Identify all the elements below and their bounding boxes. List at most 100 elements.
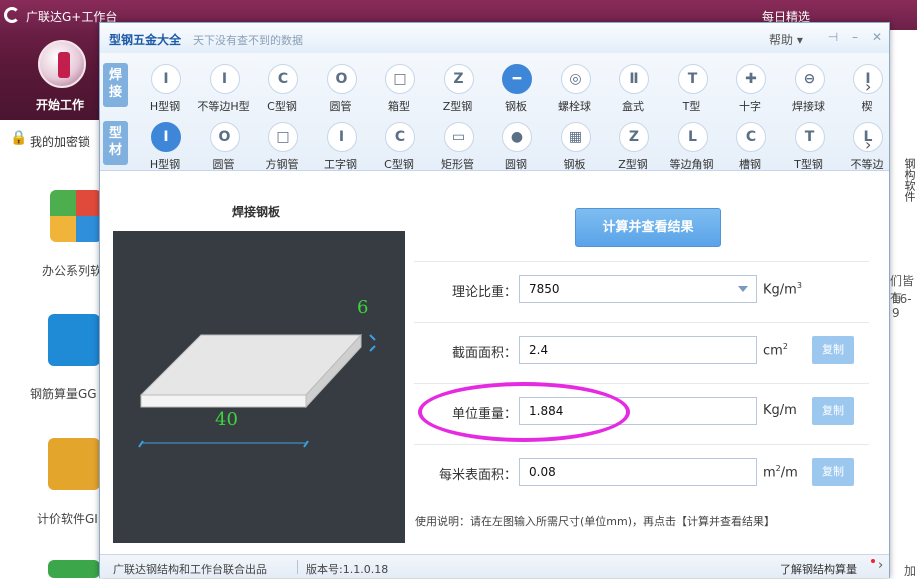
welded-tool-label: 钢板	[505, 100, 527, 113]
welded-tool[interactable]: C C型钢	[254, 62, 310, 114]
profile-tool[interactable]: C C型钢	[371, 120, 427, 172]
office-suite-app-label[interactable]: 办公系列软	[42, 262, 102, 279]
profile-tool[interactable]: I 工字钢	[313, 120, 369, 172]
pricing-app-label[interactable]: 计价软件GI	[37, 510, 98, 527]
shape-panel-title: 焊接钢板	[232, 205, 281, 219]
surface-label: 每米表面积：	[438, 468, 517, 483]
welded-shape-icon: Ⅱ	[619, 64, 649, 94]
welded-tool-label: C型钢	[267, 100, 297, 113]
chevron-down-icon	[738, 286, 748, 292]
profile-tool-label: H型钢	[149, 158, 181, 171]
welded-tool[interactable]: O 圆管	[313, 62, 369, 114]
highlight-ellipse	[418, 382, 630, 442]
glodon-logo-icon	[4, 7, 20, 23]
help-menu[interactable]: 帮助 ▾	[769, 31, 803, 48]
area-unit: cm2	[763, 342, 788, 359]
profile-tool-label: 不等边	[850, 158, 884, 171]
welded-row-tag: 焊接	[103, 63, 128, 107]
welded-shape-icon: ◎	[560, 64, 591, 94]
copy-surface-button[interactable]: 复制	[812, 458, 854, 486]
welded-tool-label: 箱型	[388, 100, 410, 113]
weight-unit: Kg/m	[763, 403, 797, 418]
welded-tool-label: H型钢	[149, 100, 181, 113]
welded-shape-icon: I	[151, 64, 181, 94]
copy-weight-button[interactable]: 复制	[812, 397, 854, 425]
profile-tool[interactable]: I H型钢	[137, 120, 193, 172]
window-footer: 广联达钢结构和工作台联合出品 版本号:1.1.0.18 了解钢结构算量 ›	[100, 554, 889, 578]
profile-tool[interactable]: O 圆管	[196, 120, 252, 172]
office-suite-app-icon[interactable]	[50, 190, 102, 242]
usage-note: 使用说明：请在左图输入所需尺寸(单位mm)，再点击【计算并查看结果】	[415, 515, 776, 528]
learn-more-link[interactable]: 了解钢结构算量	[780, 561, 857, 577]
area-label: 截面面积：	[451, 346, 517, 361]
welded-tool[interactable]: □ 箱型	[371, 62, 427, 114]
width-dimension-label: 40	[215, 409, 238, 430]
profile-shape-icon: C	[736, 122, 766, 152]
shape-drawing-canvas[interactable]: 40 6	[113, 231, 405, 543]
profile-tool[interactable]: ● 圆钢	[488, 120, 544, 172]
profile-tool[interactable]: T T型钢	[781, 120, 837, 172]
density-unit: Kg/m3	[763, 281, 802, 298]
welded-tool[interactable]: Ⅱ 盒式	[605, 62, 661, 114]
window-subtitle: 天下没有查不到的数据	[193, 34, 303, 47]
row2-next-arrow[interactable]: ›	[865, 135, 871, 154]
welded-shape-icon: ⊖	[794, 64, 825, 94]
my-dongle-link[interactable]: 我的加密锁	[30, 133, 90, 150]
start-work-icon[interactable]	[38, 40, 86, 88]
profile-tool-label: 矩形管	[441, 158, 474, 171]
partial-app-icon[interactable]	[48, 560, 100, 578]
chevron-right-icon[interactable]: ›	[878, 558, 883, 573]
surface-field[interactable]: 0.08	[519, 458, 757, 486]
profile-tool-label: 槽钢	[739, 158, 761, 171]
profile-tool[interactable]: ▦ 钢板	[547, 120, 603, 172]
profile-shape-icon: L	[677, 122, 708, 152]
profile-shape-icon: ▭	[443, 122, 474, 152]
welded-tool-label: 圆管	[329, 100, 352, 113]
profile-tool-label: 方钢管	[265, 158, 299, 171]
welded-tool-label: 楔	[861, 100, 873, 113]
profile-tool-label: 工字钢	[324, 158, 357, 171]
pin-icon[interactable]: ⊣	[826, 30, 840, 44]
profile-shape-icon: I	[151, 122, 181, 152]
profile-tool[interactable]: □ 方钢管	[254, 120, 310, 172]
profile-shape-icon: T	[794, 122, 825, 152]
welded-tool-label: 不等边H型	[197, 100, 250, 113]
steel-handbook-window: 型钢五金大全 天下没有查不到的数据 帮助 ▾ ⊣ – ✕ 焊接 型材 I H型钢 I…	[99, 22, 890, 578]
welded-tool[interactable]: ✚ 十字	[722, 62, 778, 114]
minimize-icon[interactable]: –	[848, 30, 862, 44]
plate-front-face	[140, 394, 307, 408]
welded-tool[interactable]: ◎ 螺栓球	[547, 62, 603, 114]
copy-area-button[interactable]: 复制	[812, 336, 854, 364]
rebar-app-label[interactable]: 钢筋算量GG	[30, 385, 97, 402]
profile-tool-label: C型钢	[384, 158, 414, 171]
welded-tool-label: 十字	[739, 100, 761, 113]
welded-tool[interactable]: ⊖ 焊接球	[781, 62, 837, 114]
welded-tool[interactable]: T T型	[664, 62, 720, 114]
footer-divider	[297, 560, 298, 574]
profile-tool-label: T型钢	[794, 158, 823, 171]
welded-tool[interactable]: Z Z型钢	[430, 62, 486, 114]
density-select[interactable]: 7850	[519, 275, 757, 303]
area-field[interactable]: 2.4	[519, 336, 757, 364]
profile-tool[interactable]: ▭ 矩形管	[430, 120, 486, 172]
profile-row-tag: 型材	[103, 121, 128, 165]
rebar-app-icon[interactable]	[48, 314, 100, 366]
welded-shape-icon: ━	[502, 64, 532, 94]
profile-tool[interactable]: C 槽钢	[722, 120, 778, 172]
close-icon[interactable]: ✕	[870, 30, 884, 44]
profile-tool[interactable]: L 等边角钢	[664, 120, 720, 172]
welded-shape-icon: T	[677, 64, 708, 94]
window-titlebar[interactable]: 型钢五金大全 天下没有查不到的数据 帮助 ▾ ⊣ – ✕	[100, 23, 889, 53]
pricing-app-icon[interactable]	[48, 438, 100, 490]
welded-tool[interactable]: I H型钢	[137, 62, 193, 114]
lock-icon: 🔒	[10, 130, 28, 146]
start-work-label[interactable]: 开始工作	[36, 96, 84, 113]
plate-top-face	[139, 334, 363, 396]
window-title: 型钢五金大全	[109, 33, 182, 47]
welded-tool[interactable]: ━ 钢板	[488, 62, 544, 114]
calculate-button[interactable]: 计算并查看结果	[575, 208, 721, 247]
profile-tool[interactable]: Z Z型钢	[605, 120, 661, 172]
row1-next-arrow[interactable]: ›	[865, 77, 871, 96]
welded-shape-icon: Z	[443, 64, 474, 94]
welded-tool[interactable]: I 不等边H型	[196, 62, 252, 114]
